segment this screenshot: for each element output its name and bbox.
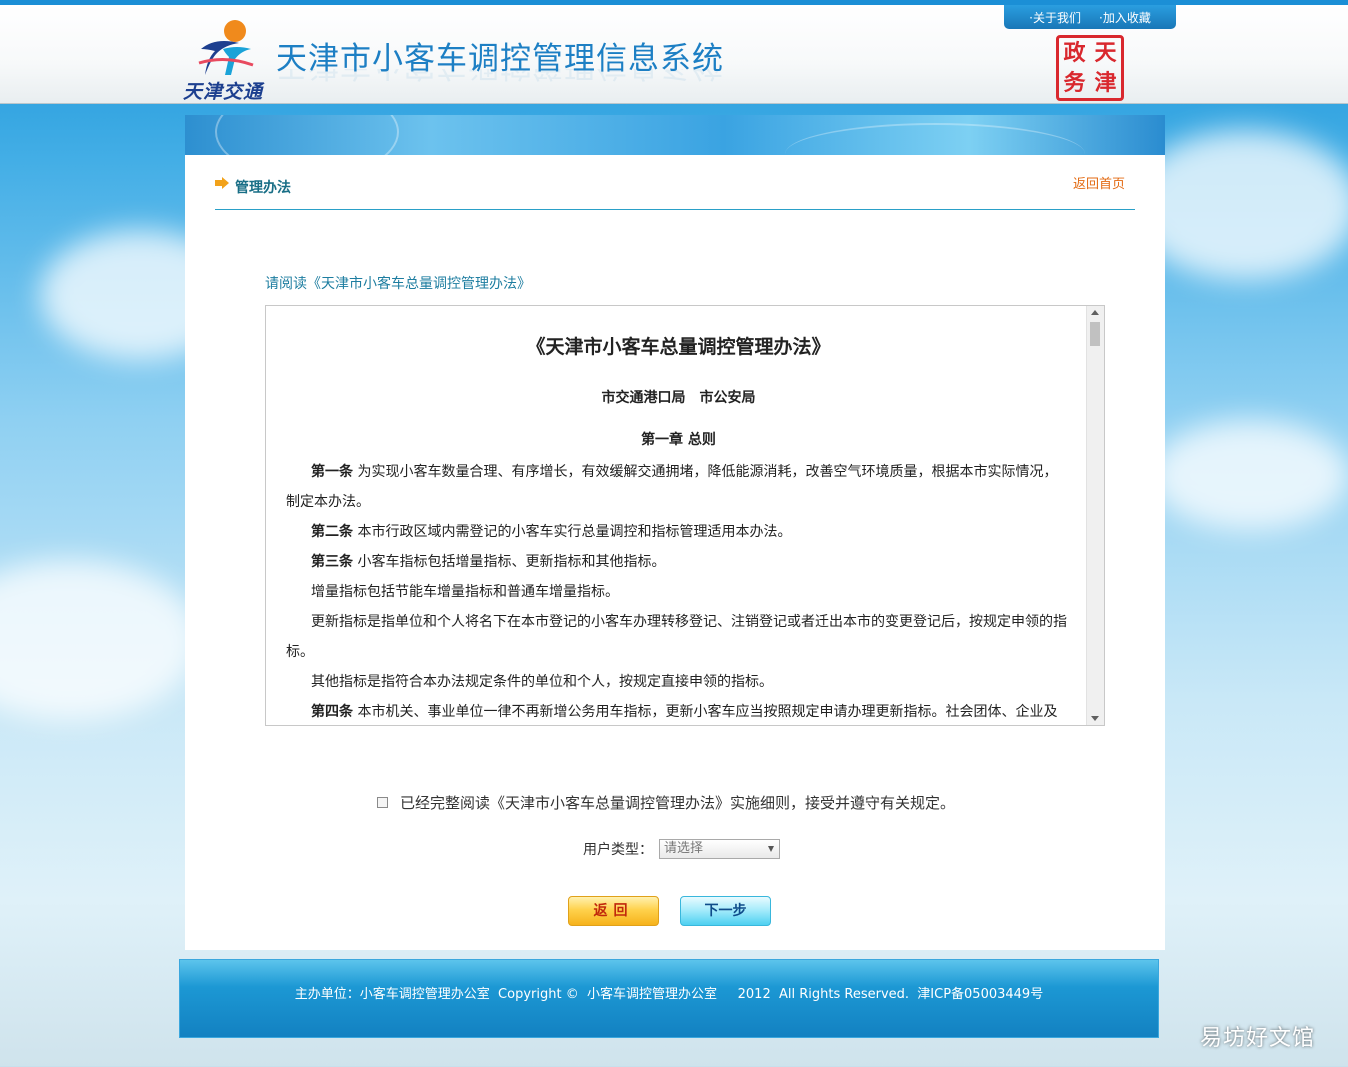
article-text: 其他指标是指符合本办法规定条件的单位和个人，按规定直接申领的指标。 bbox=[311, 674, 773, 690]
document-chapter-heading: 第一章 总则 bbox=[641, 432, 716, 448]
add-favorite-link[interactable]: ·加入收藏 bbox=[1099, 9, 1151, 26]
article-text: 小客车指标包括增量指标、更新指标和其他指标。 bbox=[353, 554, 666, 570]
regulation-document-scrollbox[interactable]: 《天津市小客车总量调控管理办法》 市交通港口局 市公安局 第一章 总则 第一条 … bbox=[265, 305, 1105, 726]
seal-char: 天 bbox=[1094, 40, 1117, 66]
seal-char: 政 bbox=[1063, 40, 1086, 66]
seal-char: 津 bbox=[1094, 70, 1117, 96]
article-number: 第三条 bbox=[311, 554, 353, 570]
chevron-down-icon bbox=[768, 846, 774, 852]
document-paragraph: 第四条 本市机关、事业单位一律不再新增公务用车指标，更新小客车应当按照规定申请办… bbox=[286, 697, 1071, 725]
document-authors: 市交通港口局 市公安局 bbox=[601, 390, 756, 406]
scroll-thumb[interactable] bbox=[1090, 322, 1100, 346]
read-hint-text: 请阅读《天津市小客车总量调控管理办法》 bbox=[265, 276, 531, 292]
article-text: 增量指标包括节能车增量指标和普通车增量指标。 bbox=[311, 584, 619, 600]
about-us-link[interactable]: ·关于我们 bbox=[1029, 9, 1081, 26]
document-content: 《天津市小客车总量调控管理办法》 市交通港口局 市公安局 第一章 总则 第一条 … bbox=[286, 306, 1071, 725]
document-paragraphs: 第一条 为实现小客车数量合理、有序增长，有效缓解交通拥堵，降低能源消耗，改善空气… bbox=[286, 457, 1071, 725]
document-paragraph: 增量指标包括节能车增量指标和普通车增量指标。 bbox=[286, 577, 1071, 607]
tianjin-government-seal-icon[interactable]: 政 天 务 津 bbox=[1056, 35, 1124, 101]
top-links-bar: ·关于我们 ·加入收藏 bbox=[1004, 5, 1176, 29]
vertical-scrollbar[interactable] bbox=[1086, 306, 1104, 725]
footer-copyright: 主办单位：小客车调控管理办公室 Copyright © 小客车调控管理办公室 2… bbox=[294, 987, 1044, 1002]
seal-char: 务 bbox=[1063, 70, 1086, 96]
document-paragraph: 第三条 小客车指标包括增量指标、更新指标和其他指标。 bbox=[286, 547, 1071, 577]
agreement-checkbox[interactable] bbox=[377, 797, 388, 808]
article-text: 更新指标是指单位和个人将名下在本市登记的小客车办理转移登记、注销登记或者迁出本市… bbox=[286, 614, 1067, 660]
section-header: 管理办法 返回首页 bbox=[215, 173, 1135, 210]
agreement-label[interactable]: 已经完整阅读《天津市小客车总量调控管理办法》实施细则，接受并遵守有关规定。 bbox=[400, 792, 955, 813]
next-step-button[interactable]: 下一步 bbox=[680, 896, 771, 926]
article-text: 本市行政区域内需登记的小客车实行总量调控和指标管理适用本办法。 bbox=[353, 524, 792, 540]
article-number: 第一条 bbox=[311, 464, 353, 480]
logo-subtitle: 天津交通 bbox=[183, 81, 264, 103]
document-paragraph: 更新指标是指单位和个人将名下在本市登记的小客车办理转移登记、注销登记或者迁出本市… bbox=[286, 607, 1071, 667]
main-content-card: 管理办法 返回首页 请阅读《天津市小客车总量调控管理办法》 《天津市小客车总量调… bbox=[185, 155, 1165, 950]
section-title: 管理办法 bbox=[235, 180, 291, 196]
user-type-row: 用户类型： 请选择 bbox=[583, 839, 780, 859]
document-paragraph: 其他指标是指符合本办法规定条件的单位和个人，按规定直接申领的指标。 bbox=[286, 667, 1071, 697]
back-button[interactable]: 返回 bbox=[568, 896, 659, 926]
watermark-text: 易坊好文馆 bbox=[1200, 1026, 1316, 1051]
decorative-banner bbox=[185, 115, 1165, 155]
back-home-link[interactable]: 返回首页 bbox=[1073, 173, 1125, 192]
agreement-row: 已经完整阅读《天津市小客车总量调控管理办法》实施细则，接受并遵守有关规定。 bbox=[377, 792, 955, 813]
scroll-up-arrow-icon[interactable] bbox=[1091, 310, 1099, 315]
scroll-down-arrow-icon[interactable] bbox=[1091, 716, 1099, 721]
background-cloud bbox=[0, 560, 200, 720]
document-title: 《天津市小客车总量调控管理办法》 bbox=[526, 336, 831, 358]
arrow-right-icon bbox=[215, 177, 229, 189]
site-header: 天津交通 天津市小客车调控管理信息系统 天津市小客车调控管理信息系统 ·关于我们… bbox=[0, 0, 1348, 104]
site-title-reflection: 天津市小客车调控管理信息系统 bbox=[276, 69, 724, 91]
tianjin-transport-logo-icon bbox=[198, 20, 254, 75]
article-number: 第二条 bbox=[311, 524, 353, 540]
site-footer: 主办单位：小客车调控管理办公室 Copyright © 小客车调控管理办公室 2… bbox=[179, 959, 1159, 1038]
document-paragraph: 第二条 本市行政区域内需登记的小客车实行总量调控和指标管理适用本办法。 bbox=[286, 517, 1071, 547]
article-text: 本市机关、事业单位一律不再新增公务用车指标，更新小客车应当按照规定申请办理更新指… bbox=[353, 704, 1058, 720]
user-type-select[interactable]: 请选择 bbox=[659, 839, 780, 859]
user-type-label: 用户类型： bbox=[583, 842, 653, 858]
article-text: 为实现小客车数量合理、有序增长，有效缓解交通拥堵，降低能源消耗，改善空气环境质量… bbox=[286, 464, 1058, 510]
user-type-selected-value: 请选择 bbox=[664, 841, 704, 856]
background-cloud bbox=[1150, 420, 1348, 530]
article-number: 第四条 bbox=[311, 704, 353, 720]
document-paragraph: 第一条 为实现小客车数量合理、有序增长，有效缓解交通拥堵，降低能源消耗，改善空气… bbox=[286, 457, 1071, 517]
